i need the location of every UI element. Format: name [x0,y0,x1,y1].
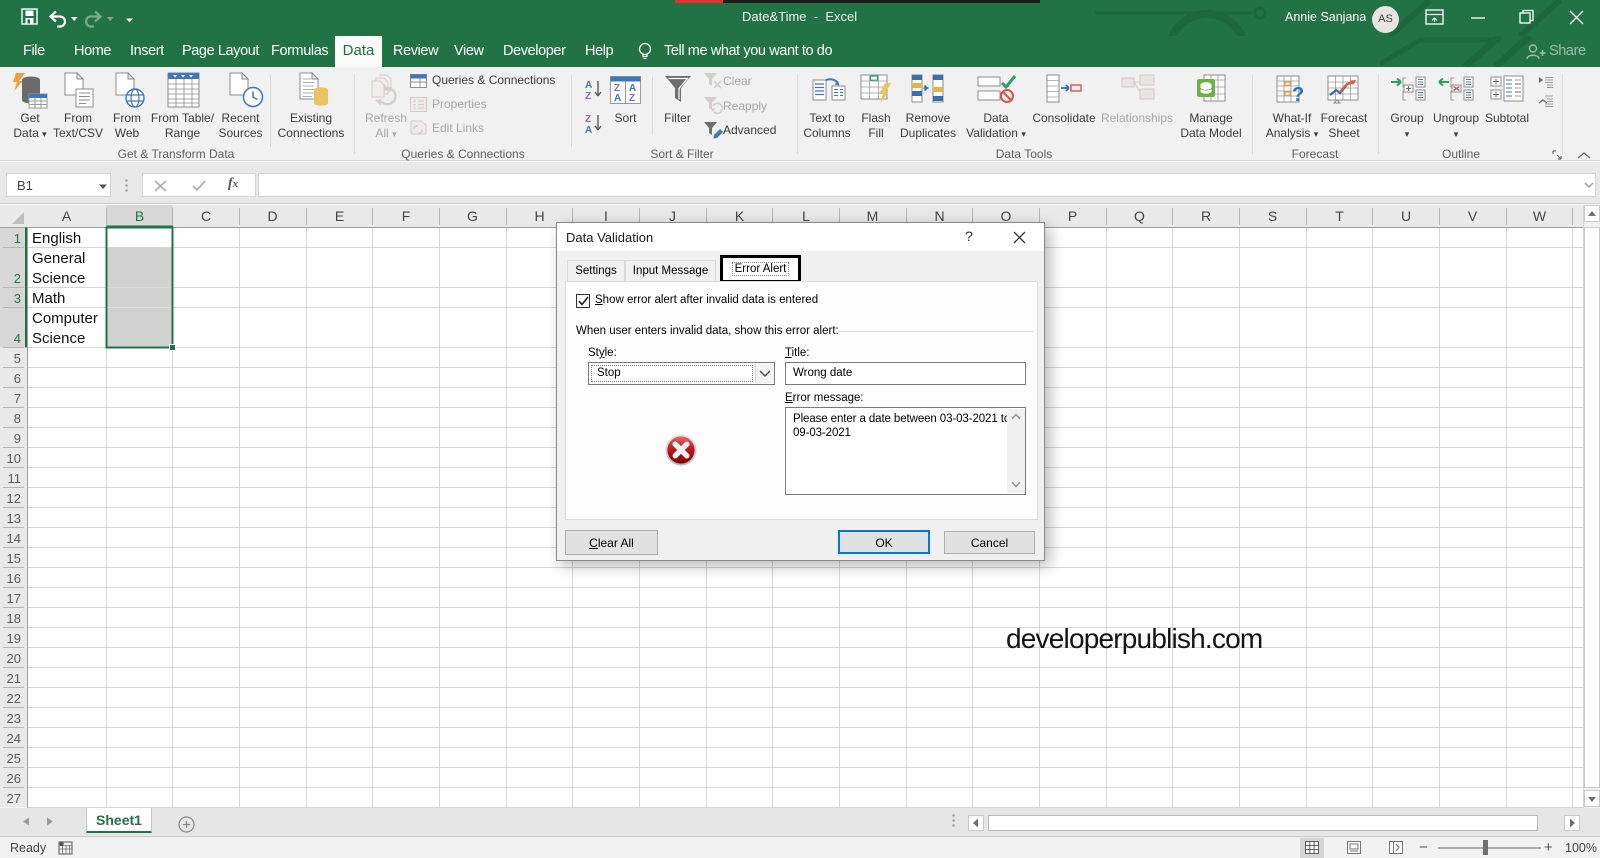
svg-text:A: A [585,125,592,135]
svg-text:A: A [585,80,592,91]
svg-text:Z: Z [629,93,635,104]
svg-text:?: ? [1292,84,1304,106]
svg-text:A: A [614,93,621,104]
svg-text:Z: Z [585,91,591,101]
svg-text:Z: Z [585,114,591,125]
